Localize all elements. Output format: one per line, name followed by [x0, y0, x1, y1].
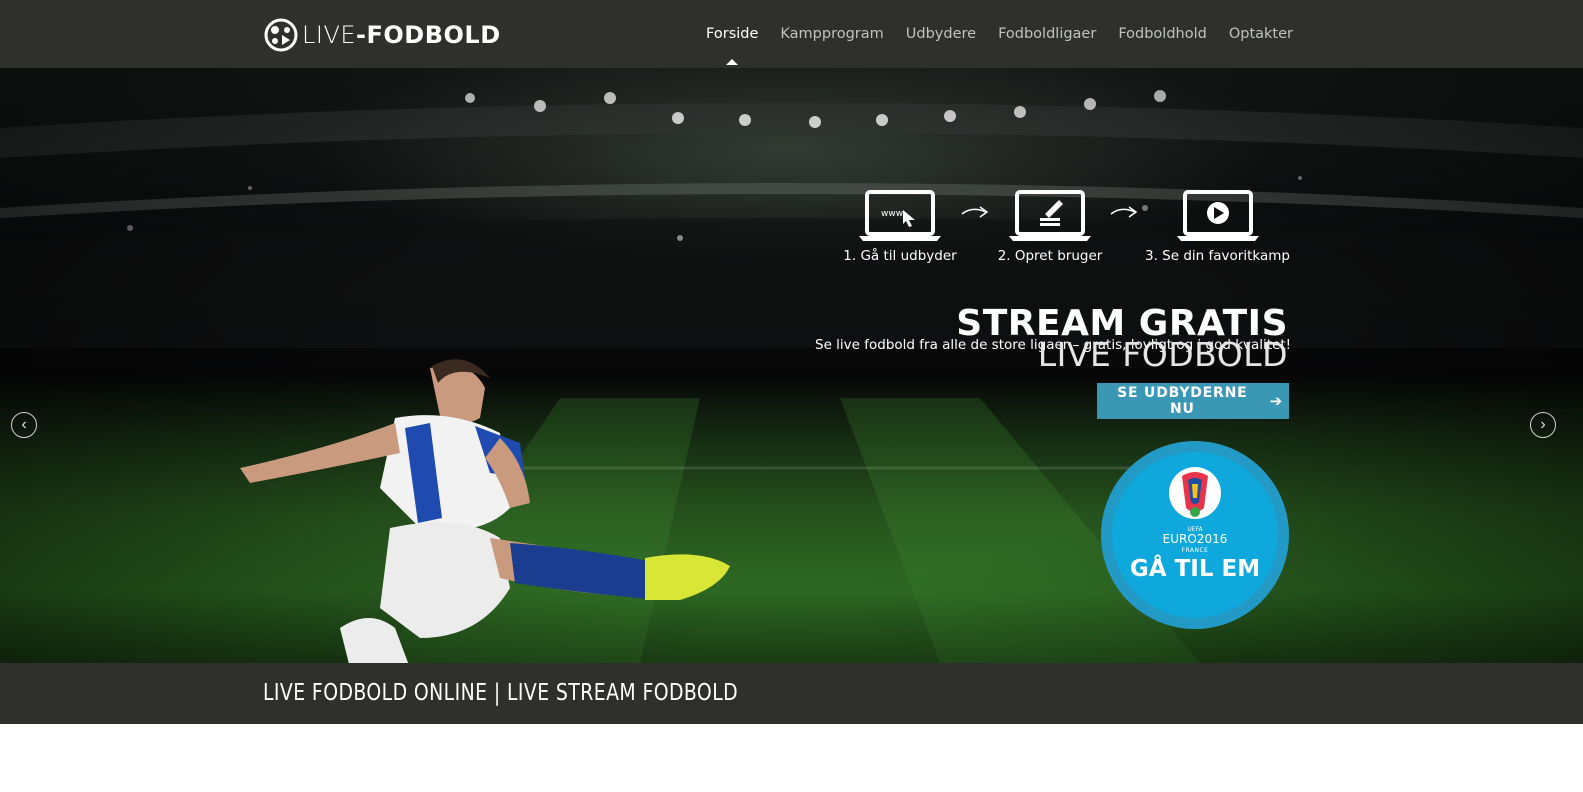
euro2016-badge-inner: UEFA EURO2016 FRANCE GÅ TIL EM — [1112, 452, 1278, 618]
hero-headline-2: LIVE FODBOLD — [1037, 335, 1288, 374]
how-it-works: www 1. Gå til udbyder 2. Opret bruger 3.… — [835, 190, 1295, 290]
em-cta-text: GÅ TIL EM — [1129, 556, 1261, 582]
page-title: LIVE FODBOLD ONLINE | LIVE STREAM FODBOL… — [263, 680, 739, 706]
em-euro-text: EURO2016 — [1162, 532, 1228, 546]
cta-label: SE UDBYDERNE NU — [1117, 385, 1248, 417]
main-nav: Forside Kampprogram Udbydere Fodboldliga… — [706, 0, 1293, 68]
nav-fodboldhold[interactable]: Fodboldhold — [1118, 26, 1207, 42]
nav-udbydere[interactable]: Udbydere — [906, 26, 976, 42]
browser-cursor-icon: www — [859, 190, 941, 241]
nav-fodboldligaer[interactable]: Fodboldligaer — [998, 26, 1096, 42]
step-3-label: 3. Se din favoritkamp — [1145, 248, 1290, 264]
hero-slider: www 1. Gå til udbyder 2. Opret bruger 3.… — [0, 68, 1583, 663]
site-header: LIVE-FODBOLD Forside Kampprogram Udbyder… — [0, 0, 1583, 68]
nav-forside[interactable]: Forside — [706, 26, 758, 65]
football-logo-icon — [264, 18, 298, 52]
pencil-form-icon — [1009, 190, 1091, 241]
logo-text: LIVE-FODBOLD — [302, 21, 501, 49]
nav-kampprogram[interactable]: Kampprogram — [780, 26, 883, 42]
euro2016-logo — [1169, 467, 1221, 519]
step-3: 3. Se din favoritkamp — [1135, 190, 1300, 264]
see-providers-button[interactable]: SE UDBYDERNE NU ➔ — [1097, 383, 1289, 419]
chevron-right-icon[interactable]: › — [1530, 412, 1556, 438]
svg-text:www: www — [881, 209, 903, 219]
step-2-label: 2. Opret bruger — [997, 248, 1103, 264]
page-title-bar: LIVE FODBOLD ONLINE | LIVE STREAM FODBOL… — [0, 663, 1583, 724]
nav-optakter[interactable]: Optakter — [1229, 26, 1293, 42]
step-1: www 1. Gå til udbyder — [835, 190, 965, 264]
chevron-left-icon[interactable]: ‹ — [11, 412, 37, 438]
football-player-image — [240, 359, 730, 663]
euro2016-badge[interactable]: UEFA EURO2016 FRANCE GÅ TIL EM — [1101, 441, 1289, 629]
site-logo[interactable]: LIVE-FODBOLD — [264, 18, 501, 52]
arrow-right-icon: ➔ — [1269, 392, 1283, 410]
step-2: 2. Opret bruger — [985, 190, 1115, 264]
em-france-text: FRANCE — [1181, 547, 1209, 554]
step-1-label: 1. Gå til udbyder — [843, 248, 957, 264]
play-icon — [1176, 190, 1259, 241]
